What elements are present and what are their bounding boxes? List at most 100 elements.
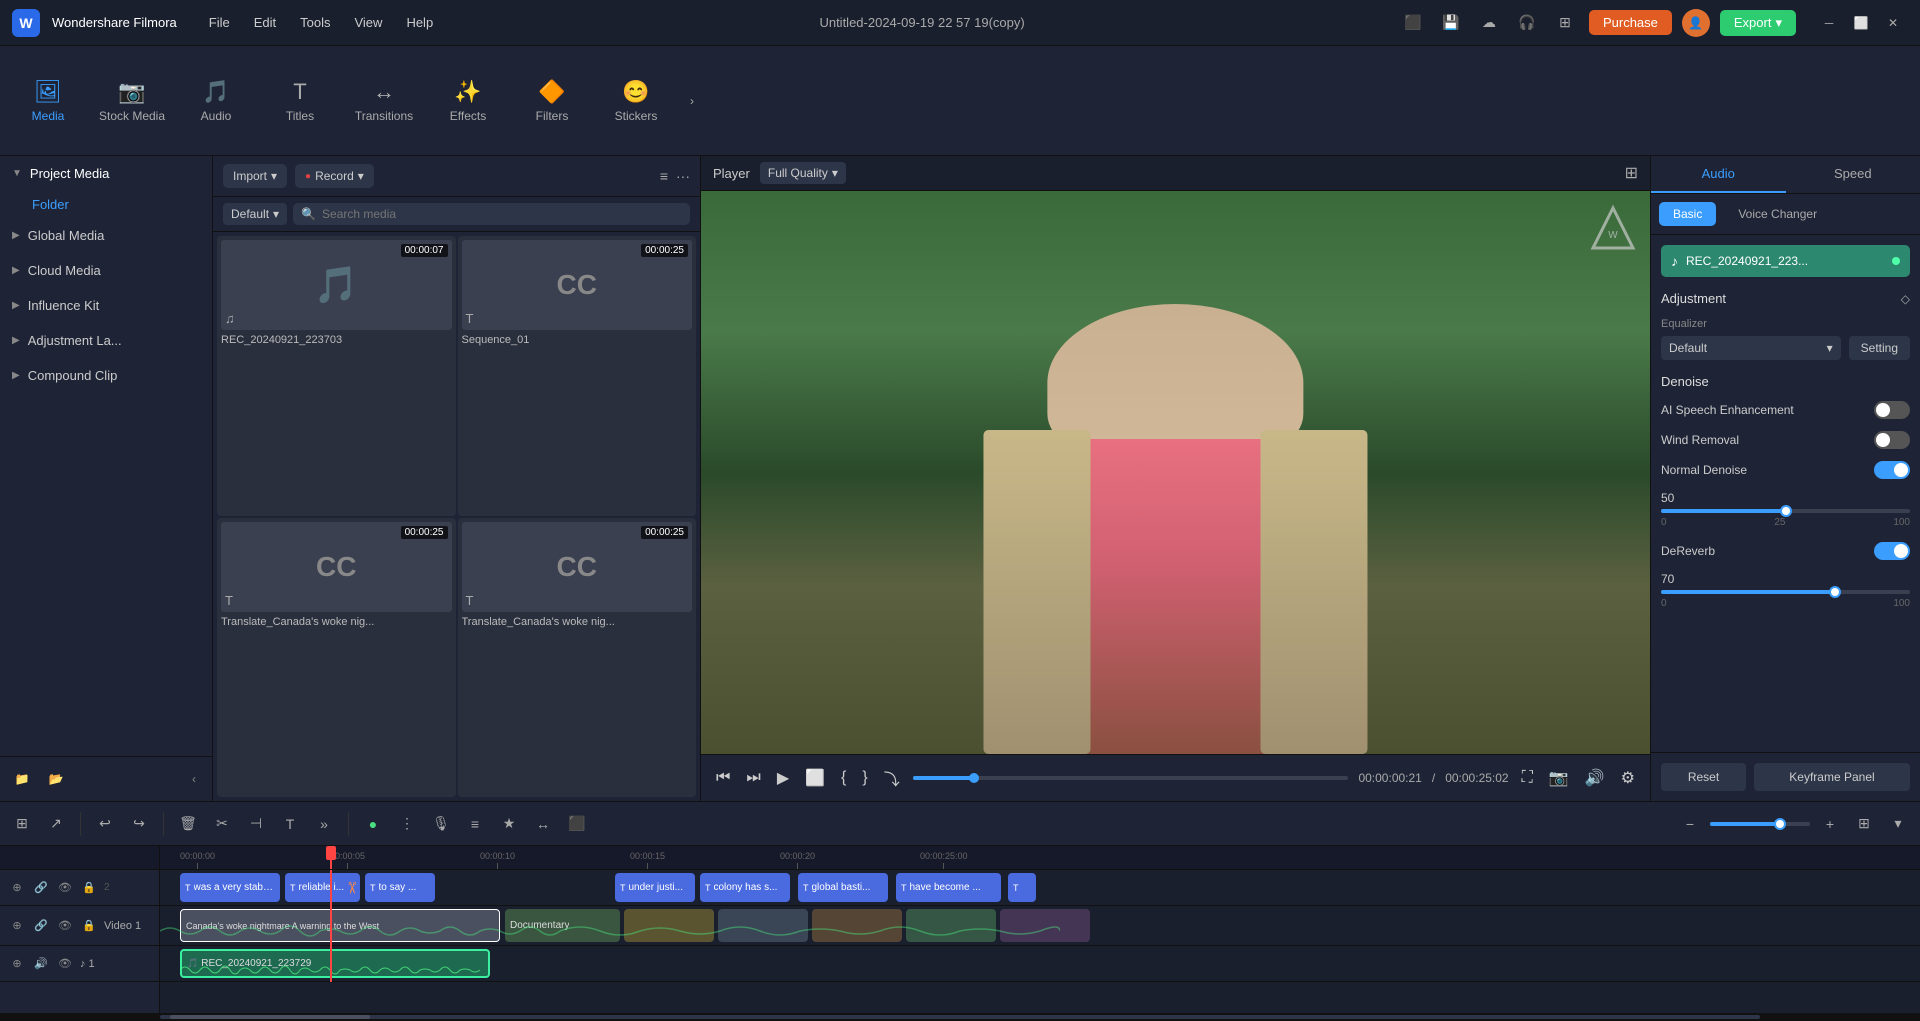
- normal-denoise-toggle[interactable]: [1874, 461, 1910, 479]
- search-input[interactable]: [322, 207, 682, 221]
- diamond-icon[interactable]: ◇: [1901, 292, 1910, 306]
- zoom-out-icon[interactable]: −: [1676, 810, 1704, 838]
- clip-text[interactable]: T under justi...: [615, 873, 695, 902]
- new-folder-icon[interactable]: 📂: [42, 765, 70, 793]
- toolbar-media[interactable]: 🖼 Media: [8, 56, 88, 146]
- cut-btn[interactable]: ✂: [208, 810, 236, 838]
- track-lock-icon[interactable]: 🔒: [80, 879, 98, 897]
- track-eye-icon[interactable]: 👁: [56, 879, 74, 897]
- track-add-icon[interactable]: ⊕: [8, 879, 26, 897]
- redo-btn[interactable]: ↪: [125, 810, 153, 838]
- track-vol-icon[interactable]: 🔊: [32, 955, 50, 973]
- maximize-button[interactable]: ⬜: [1846, 9, 1876, 37]
- global-media-item[interactable]: ▶ Global Media: [0, 218, 212, 253]
- menu-tools[interactable]: Tools: [288, 11, 342, 34]
- upload-icon[interactable]: ☁: [1475, 9, 1503, 37]
- toolbar-effects[interactable]: ✨ Effects: [428, 56, 508, 146]
- track-eye-icon3[interactable]: 👁: [56, 955, 74, 973]
- toolbar-transitions[interactable]: ↔ Transitions: [344, 56, 424, 146]
- minimize-button[interactable]: ─: [1814, 9, 1844, 37]
- menu-help[interactable]: Help: [394, 11, 445, 34]
- clip-text[interactable]: T global basti...: [798, 873, 888, 902]
- media-item[interactable]: CC 00:00:25 T Sequence_01: [458, 236, 697, 516]
- record-button[interactable]: ● Record ▾: [295, 164, 374, 188]
- fullscreen-icon[interactable]: ⊞: [1625, 163, 1638, 183]
- clip-text[interactable]: T: [1008, 873, 1036, 902]
- skip-back-icon[interactable]: ⏮: [713, 766, 733, 790]
- compound-clip-item[interactable]: ▶ Compound Clip: [0, 358, 212, 393]
- adjustment-layer-item[interactable]: ▶ Adjustment La...: [0, 323, 212, 358]
- grid-icon[interactable]: ⊞: [1551, 9, 1579, 37]
- headphone-icon[interactable]: 🎧: [1513, 9, 1541, 37]
- track-add-icon2[interactable]: ⊕: [8, 917, 26, 935]
- track-eye-icon2[interactable]: 👁: [56, 917, 74, 935]
- clip-text[interactable]: T to say ...: [365, 873, 435, 902]
- grid-view-icon[interactable]: ⊞: [1850, 810, 1878, 838]
- tab-speed[interactable]: Speed: [1786, 156, 1920, 193]
- more-options-btn[interactable]: ▾: [1884, 810, 1912, 838]
- dereverb-toggle[interactable]: [1874, 542, 1910, 560]
- replace-btn[interactable]: ↔: [529, 810, 557, 838]
- track-audio-icon2[interactable]: 🔗: [32, 917, 50, 935]
- caption-btn[interactable]: ≡: [461, 810, 489, 838]
- setting-select[interactable]: Default ▾: [1661, 336, 1841, 360]
- media-item[interactable]: CC 00:00:25 T Translate_Canada's woke ni…: [217, 518, 456, 798]
- menu-edit[interactable]: Edit: [242, 11, 288, 34]
- close-button[interactable]: ✕: [1878, 9, 1908, 37]
- tab-audio[interactable]: Audio: [1651, 156, 1786, 193]
- dereverb-slider-track[interactable]: [1661, 590, 1910, 594]
- ai-btn[interactable]: ★: [495, 810, 523, 838]
- snapshot-icon[interactable]: 📷: [1546, 765, 1572, 791]
- record-btn[interactable]: 🎙: [427, 810, 455, 838]
- audio-track-item[interactable]: ♪ REC_20240921_223...: [1661, 245, 1910, 277]
- scene-detect-btn[interactable]: ⬛: [563, 810, 591, 838]
- toolbar-stock-media[interactable]: 📷 Stock Media: [92, 56, 172, 146]
- add-folder-icon[interactable]: 📁: [8, 765, 36, 793]
- user-avatar[interactable]: 👤: [1682, 9, 1710, 37]
- export-button[interactable]: Export ▾: [1720, 10, 1796, 36]
- track-lock-icon2[interactable]: 🔒: [80, 917, 98, 935]
- toolbar-more-icon[interactable]: ›: [680, 89, 704, 113]
- select-tool-btn[interactable]: ⊞: [8, 810, 36, 838]
- filter-icon[interactable]: ≡: [660, 168, 668, 184]
- scrollbar-thumb[interactable]: [170, 1015, 370, 1019]
- expand-icon[interactable]: ⛶: [1519, 766, 1536, 790]
- toolbar-stickers[interactable]: 😊 Stickers: [596, 56, 676, 146]
- media-item[interactable]: CC 00:00:25 T Translate_Canada's woke ni…: [458, 518, 697, 798]
- volume-icon[interactable]: 🔊: [1582, 765, 1608, 791]
- toolbar-titles[interactable]: T Titles: [260, 56, 340, 146]
- crop-icon[interactable]: ⬜: [802, 765, 828, 791]
- import-button[interactable]: Import ▾: [223, 164, 287, 188]
- default-select[interactable]: Default ▾: [223, 203, 287, 225]
- undo-btn[interactable]: ↩: [91, 810, 119, 838]
- more-tools-btn[interactable]: »: [310, 810, 338, 838]
- folder-button[interactable]: Folder: [0, 191, 212, 218]
- more-options-icon[interactable]: ···: [676, 168, 690, 184]
- menu-view[interactable]: View: [342, 11, 394, 34]
- keyframe-panel-button[interactable]: Keyframe Panel: [1754, 763, 1910, 791]
- influence-kit-item[interactable]: ▶ Influence Kit: [0, 288, 212, 323]
- wind-removal-toggle[interactable]: [1874, 431, 1910, 449]
- delete-btn[interactable]: 🗑: [174, 810, 202, 838]
- subtab-basic[interactable]: Basic: [1659, 202, 1716, 226]
- denoise-slider-track[interactable]: [1661, 509, 1910, 513]
- insert-icon[interactable]: ⤵: [881, 763, 903, 793]
- subtab-voice-changer[interactable]: Voice Changer: [1724, 202, 1831, 226]
- media-item[interactable]: 🎵 00:00:07 ♫ REC_20240921_223703: [217, 236, 456, 516]
- dereverb-slider-dot[interactable]: [1829, 586, 1841, 598]
- ai-speech-toggle[interactable]: [1874, 401, 1910, 419]
- toolbar-audio[interactable]: 🎵 Audio: [176, 56, 256, 146]
- collapse-panel-icon[interactable]: ‹: [184, 769, 204, 789]
- mark-in-icon[interactable]: {: [838, 766, 849, 790]
- project-media-item[interactable]: ▼ Project Media: [0, 156, 212, 191]
- settings-icon[interactable]: ⚙: [1618, 765, 1638, 791]
- mark-out-icon[interactable]: }: [859, 766, 870, 790]
- green-screen-btn[interactable]: ●: [359, 810, 387, 838]
- toolbar-filters[interactable]: 🔶 Filters: [512, 56, 592, 146]
- snap-btn[interactable]: ⋮: [393, 810, 421, 838]
- split-btn[interactable]: ⊣: [242, 810, 270, 838]
- scrollbar-track[interactable]: [160, 1015, 1760, 1019]
- text-btn[interactable]: T: [276, 810, 304, 838]
- quality-select[interactable]: Full Quality ▾: [760, 162, 846, 184]
- menu-file[interactable]: File: [197, 11, 242, 34]
